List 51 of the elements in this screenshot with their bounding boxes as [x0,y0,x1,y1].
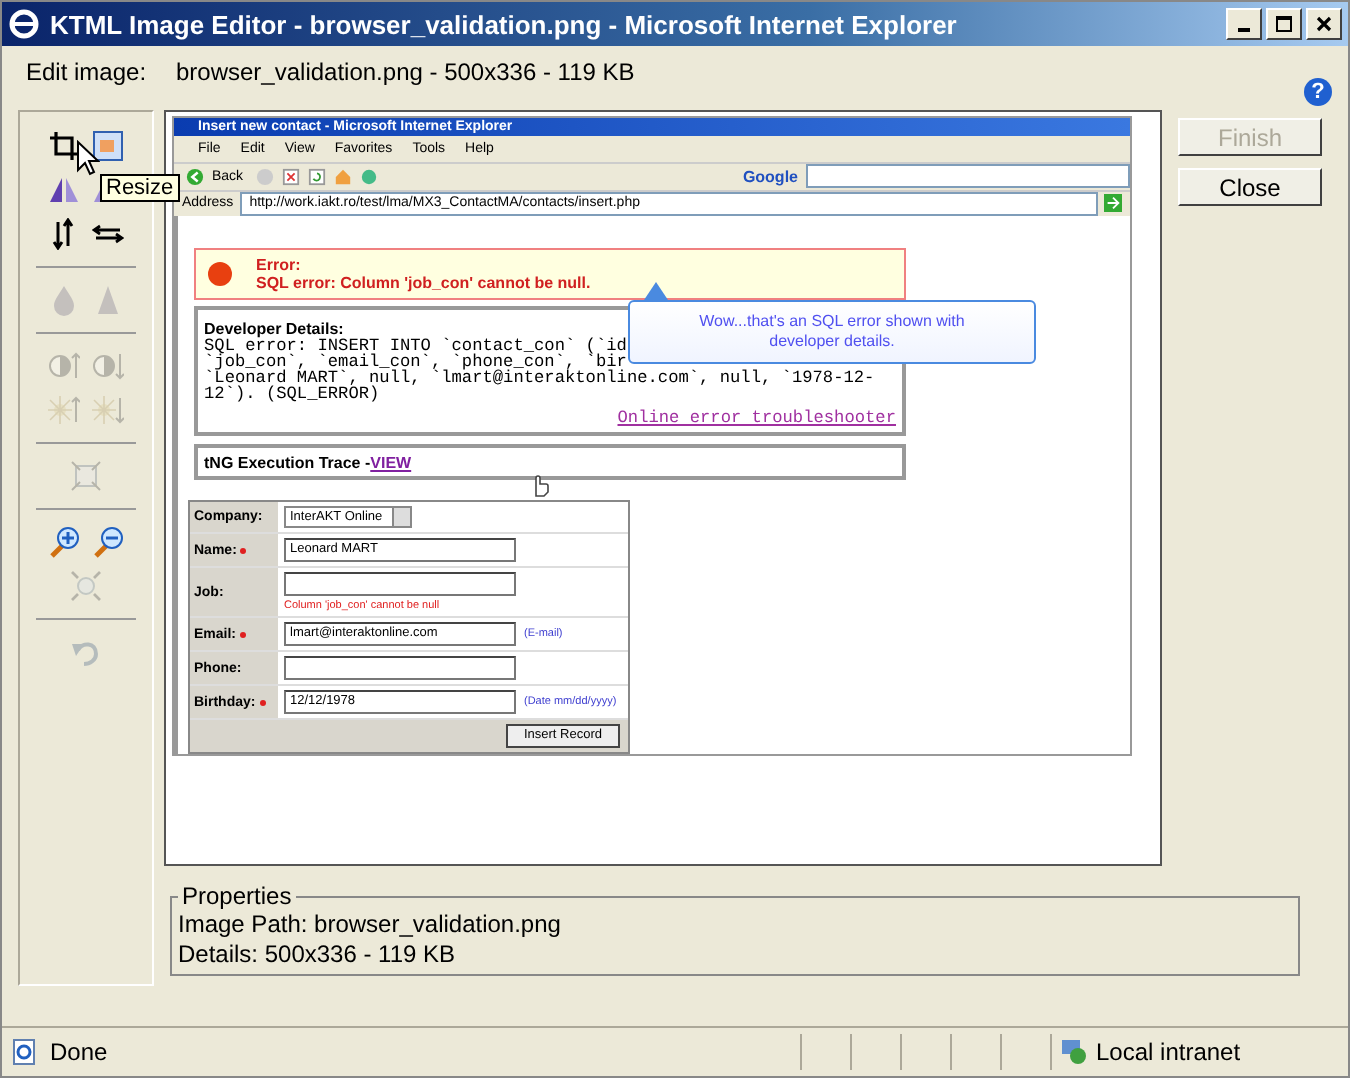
sql-text-line: SQL error: INSERT INTO `contact_con` (`id [204,338,627,355]
back-icon[interactable] [186,167,204,186]
cursor-icon [76,140,100,176]
network-icon [1060,1038,1088,1066]
sql-text-line: `job_con`, `email_con`, `phone_con`, `bir [204,354,627,371]
help-icon[interactable]: ? [1304,78,1332,106]
minimize-button[interactable] [1226,8,1262,40]
globe-icon[interactable] [359,167,378,186]
refresh-icon[interactable] [307,167,326,186]
tooltip: Resize [100,174,180,202]
close-icon [1314,14,1334,34]
sql-text-line: 12`). (SQL_ERROR) [204,386,380,403]
search-brand[interactable]: Google [742,167,798,186]
property-line: Image Path: browser_validation.png [178,910,563,940]
maximize-icon [1274,14,1294,34]
developer-details-title: Developer Details: [204,320,344,339]
maximize-button[interactable] [1266,8,1302,40]
dropdown-icon [392,508,410,527]
browser-icon [8,8,40,40]
required-icon [240,547,247,554]
property-line: Details: 500x336 - 119 KB [178,940,458,970]
minimize-icon [1238,28,1250,32]
search-field[interactable] [806,164,1130,189]
stop-icon[interactable] [281,167,300,186]
sql-text-line: `Leonard MART`, null, `lmart@interaktonline.com`, null, `1978-12- [204,370,875,387]
window-title: KTML Image Editor - browser_validation.png - Microsoft Internet Explorer [50,9,957,39]
edit-image-value: browser_validation.png - 500x336 - 119 KB [176,58,635,86]
go-icon[interactable] [1104,194,1122,213]
resize-icon[interactable] [90,128,126,164]
input-field[interactable] [284,656,516,681]
required-icon [259,699,266,706]
edit-image-label: Edit image: [24,58,149,86]
view-link[interactable]: VIEW [370,453,412,472]
home-icon[interactable] [333,167,352,186]
error-message: SQL error: Column 'job_con' cannot be null. [256,274,591,293]
zoom-in-icon[interactable] [46,524,82,560]
zoom-out-icon[interactable] [90,524,126,560]
properties-legend: Properties [178,882,296,910]
zone-text: Local intranet [1096,1038,1241,1066]
close-button[interactable]: Close [1178,168,1322,206]
status-text: Done [50,1038,108,1066]
callout-text: Wow...that's an SQL error shown with developer details. [697,312,967,353]
error-icon [208,262,232,287]
input-field[interactable] [284,572,516,597]
trace-label: tNG Execution Trace - [204,453,371,472]
troubleshooter-link[interactable]: Online error troubleshooter [617,410,896,429]
required-icon [240,631,247,638]
close-button[interactable] [1306,8,1342,40]
crop-icon[interactable] [46,128,82,164]
page-icon [10,1038,38,1066]
error-title: Error: [256,256,303,275]
